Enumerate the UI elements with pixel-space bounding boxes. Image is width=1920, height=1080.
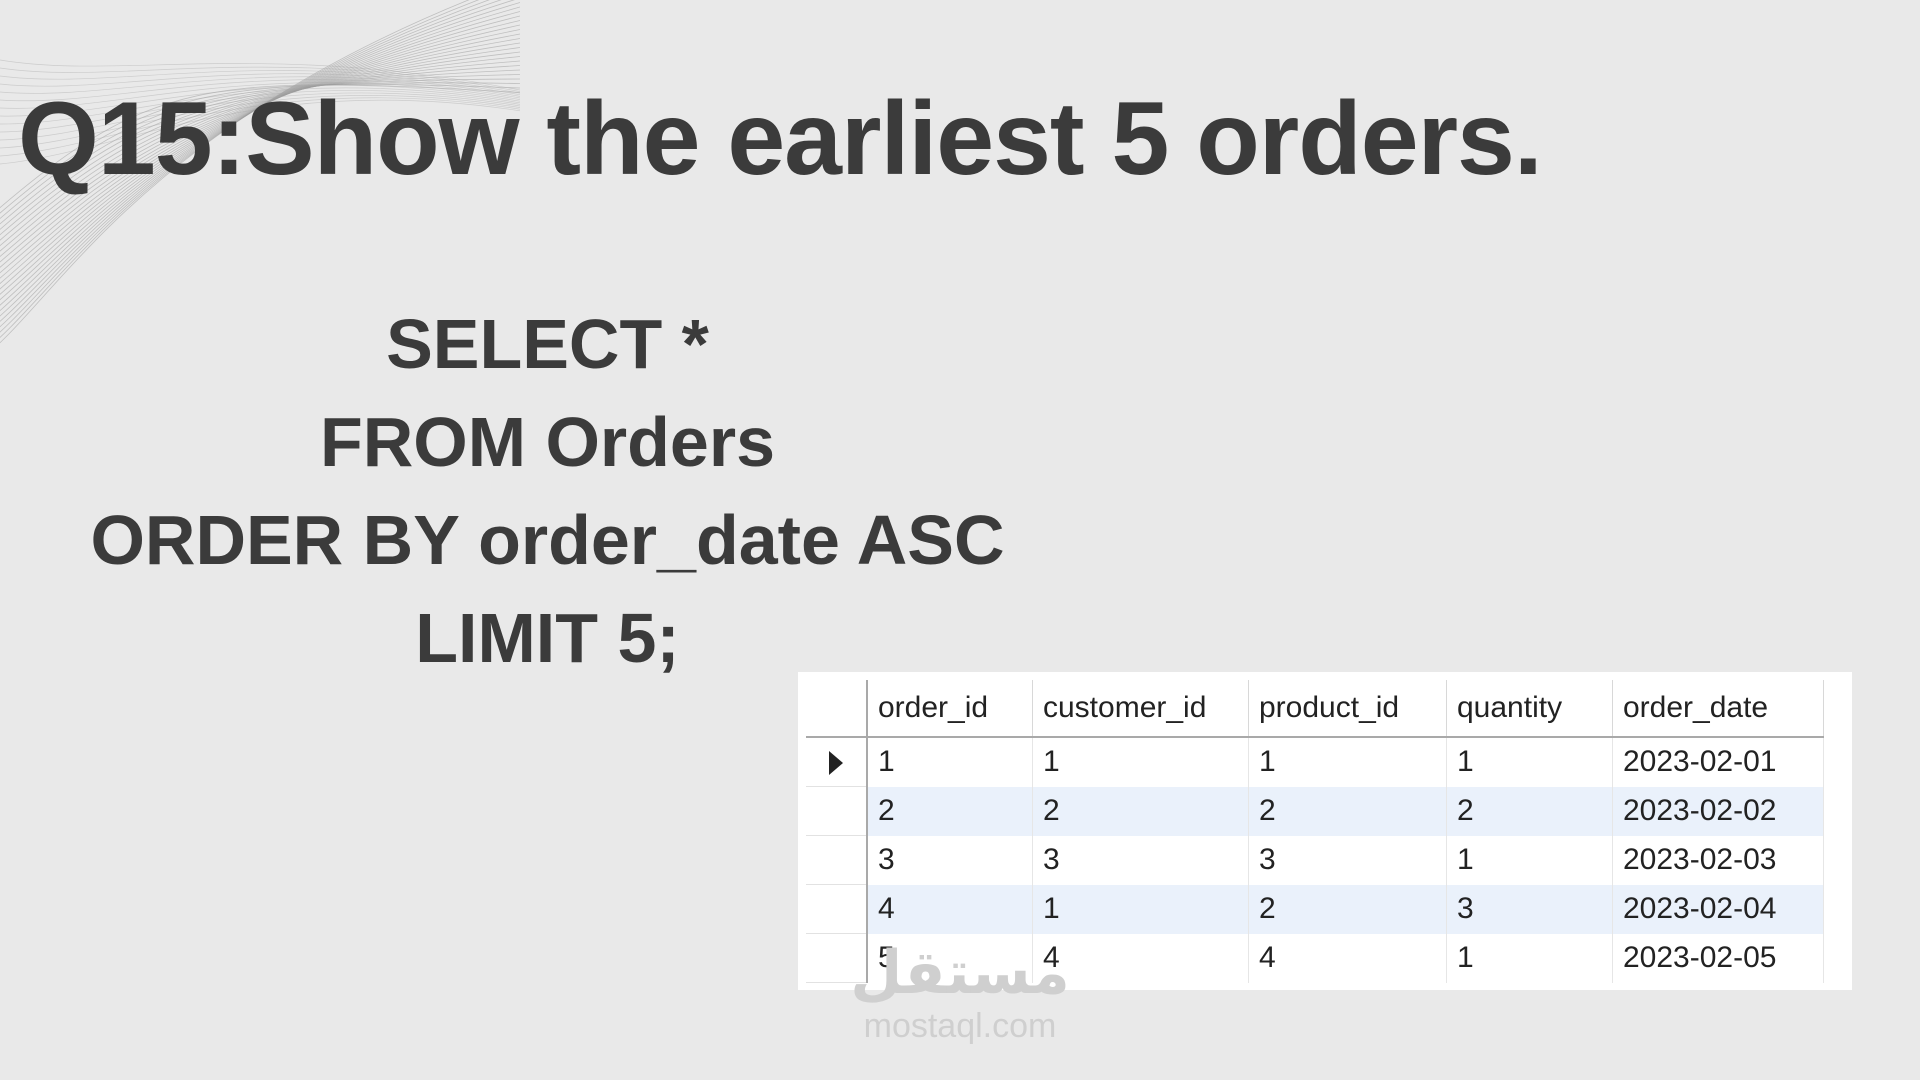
column-header-product-id[interactable]: product_id (1248, 680, 1447, 738)
column-header-quantity[interactable]: quantity (1446, 680, 1613, 738)
cell-quantity[interactable]: 2 (1446, 786, 1613, 836)
cell-order-id[interactable]: 1 (867, 737, 1033, 787)
table-row[interactable]: 5 4 4 1 2023-02-05 (806, 933, 1824, 983)
page-title: Q15:Show the earliest 5 orders. (18, 81, 1543, 197)
cell-customer-id[interactable]: 1 (1032, 884, 1249, 934)
table-row[interactable]: 3 3 3 1 2023-02-03 (806, 835, 1824, 885)
result-grid[interactable]: order_id customer_id product_id quantity… (798, 672, 1852, 990)
sql-line-select: SELECT * (386, 305, 709, 383)
cell-order-date[interactable]: 2023-02-04 (1612, 884, 1824, 934)
sql-query: SELECT * FROM Orders ORDER BY order_date… (60, 295, 1035, 687)
cell-order-id[interactable]: 5 (867, 933, 1033, 983)
row-indicator[interactable] (806, 737, 868, 787)
table-row[interactable]: 4 1 2 3 2023-02-04 (806, 884, 1824, 934)
row-indicator[interactable] (806, 933, 868, 983)
cell-product-id[interactable]: 1 (1248, 737, 1447, 787)
header-row: order_id customer_id product_id quantity… (806, 680, 1824, 738)
cell-product-id[interactable]: 2 (1248, 786, 1447, 836)
cell-quantity[interactable]: 1 (1446, 835, 1613, 885)
row-indicator[interactable] (806, 884, 868, 934)
cell-product-id[interactable]: 2 (1248, 884, 1447, 934)
cell-order-date[interactable]: 2023-02-02 (1612, 786, 1824, 836)
caret-right-icon (829, 751, 843, 776)
cell-product-id[interactable]: 4 (1248, 933, 1447, 983)
cell-quantity[interactable]: 3 (1446, 884, 1613, 934)
cell-order-id[interactable]: 3 (867, 835, 1033, 885)
watermark-text: mostaql.com (863, 1007, 1057, 1045)
cell-order-date[interactable]: 2023-02-03 (1612, 835, 1824, 885)
table-row[interactable]: 2 2 2 2 2023-02-02 (806, 786, 1824, 836)
cell-quantity[interactable]: 1 (1446, 933, 1613, 983)
table-row[interactable]: 1 1 1 1 2023-02-01 (806, 737, 1824, 787)
cell-quantity[interactable]: 1 (1446, 737, 1613, 787)
cell-customer-id[interactable]: 4 (1032, 933, 1249, 983)
column-header-order-date[interactable]: order_date (1612, 680, 1824, 738)
cell-customer-id[interactable]: 1 (1032, 737, 1249, 787)
row-indicator[interactable] (806, 835, 868, 885)
cell-order-date[interactable]: 2023-02-05 (1612, 933, 1824, 983)
cell-order-id[interactable]: 2 (867, 786, 1033, 836)
cell-customer-id[interactable]: 3 (1032, 835, 1249, 885)
sql-line-order-by: ORDER BY order_date ASC (90, 501, 1005, 579)
cell-customer-id[interactable]: 2 (1032, 786, 1249, 836)
cell-order-id[interactable]: 4 (867, 884, 1033, 934)
column-header-customer-id[interactable]: customer_id (1032, 680, 1249, 738)
sql-line-from: FROM Orders (319, 403, 776, 481)
result-table: order_id customer_id product_id quantity… (806, 680, 1824, 983)
row-indicator[interactable] (806, 786, 868, 836)
cell-order-date[interactable]: 2023-02-01 (1612, 737, 1824, 787)
grid-corner-cell[interactable] (806, 680, 868, 738)
column-header-order-id[interactable]: order_id (867, 680, 1033, 738)
cell-product-id[interactable]: 3 (1248, 835, 1447, 885)
